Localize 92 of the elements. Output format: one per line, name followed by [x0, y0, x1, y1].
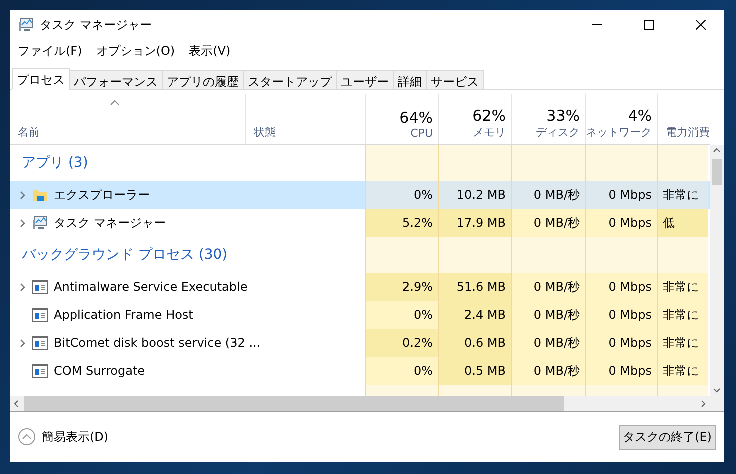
- table-cell: 51.6 MB: [438, 273, 511, 301]
- table-cell: 10.2 MB: [438, 181, 511, 209]
- column-header[interactable]: CPU: [410, 127, 433, 140]
- expand-chevron-icon[interactable]: [20, 190, 26, 200]
- table-cell: 0 Mbps: [585, 357, 657, 385]
- window-icon: [32, 336, 48, 350]
- table-cell: 2.9%: [365, 273, 438, 301]
- table-cell: 0 Mbps: [585, 209, 657, 237]
- expand-chevron-icon[interactable]: [20, 338, 26, 348]
- table-cell: 0.2%: [365, 329, 438, 357]
- window-icon: [32, 364, 48, 378]
- process-row[interactable]: タスク マネージャー 5.2% 17.9 MB 0 MB/秒 0 Mbps 低: [10, 209, 710, 237]
- expand-chevron-icon[interactable]: [20, 282, 26, 292]
- maximize-icon: [644, 20, 654, 30]
- monitor-icon: [32, 215, 48, 231]
- tab[interactable]: ユーザー: [336, 70, 394, 90]
- table-cell: 0 Mbps: [585, 329, 657, 357]
- column-usage-total: 62%: [472, 107, 506, 125]
- column-shading: [657, 385, 708, 396]
- column-usage-total: 64%: [400, 109, 433, 127]
- process-name: タスク マネージャー: [54, 214, 166, 232]
- process-row[interactable]: Antimalware Service Executable 2.9% 51.6 MB 0 MB/秒 0 Mbps 非常に: [10, 273, 710, 301]
- table-cell: 0 Mbps: [585, 301, 657, 329]
- column-header[interactable]: 状態: [254, 125, 276, 140]
- group-title: バックグラウンド プロセス (30): [21, 246, 229, 264]
- column-header[interactable]: 名前: [18, 125, 40, 140]
- column-usage-total: 33%: [546, 107, 580, 125]
- column-shading: [657, 237, 708, 273]
- tab[interactable]: 詳細: [393, 70, 427, 90]
- table-cell: 0 MB/秒: [511, 301, 585, 329]
- folder-icon: [32, 187, 48, 203]
- chevron-up-circle-icon: [18, 428, 36, 446]
- column-header[interactable]: ディスク: [536, 125, 580, 140]
- window-icon: [32, 308, 48, 322]
- table-cell: 5.2%: [365, 209, 438, 237]
- table-cell: 0%: [365, 301, 438, 329]
- process-name: COM Surrogate: [54, 364, 146, 378]
- expand-chevron-icon[interactable]: [20, 218, 26, 228]
- table-cell: 非常に: [657, 181, 708, 209]
- process-name: BitComet disk boost service (32 ...: [54, 336, 261, 350]
- group-title: アプリ (3): [21, 154, 90, 172]
- table-cell: 非常に: [657, 329, 708, 357]
- table-cell: 低: [657, 209, 708, 237]
- table-cell: 0 MB/秒: [511, 273, 585, 301]
- end-task-button[interactable]: タスクの終了(E): [619, 424, 716, 450]
- table-cell: 非常に: [657, 273, 708, 301]
- column-header[interactable]: ネットワーク: [586, 125, 652, 140]
- column-header[interactable]: 電力消費: [666, 125, 710, 140]
- tab[interactable]: プロセス: [12, 68, 70, 90]
- table-cell: 0%: [365, 357, 438, 385]
- column-shading: [585, 385, 657, 396]
- process-row[interactable]: BitComet disk boost service (32 ... 0.2% 0.6 MB 0 MB/秒 0 Mbps 非常に: [10, 329, 710, 357]
- column-shading: [585, 145, 657, 181]
- process-row[interactable]: COM Surrogate 0% 0.5 MB 0 MB/秒 0 Mbps 非常に: [10, 357, 710, 385]
- table-cell: 2.4 MB: [438, 301, 511, 329]
- process-row[interactable]: Application Frame Host 0% 2.4 MB 0 MB/秒 0 Mbps 非常に: [10, 301, 710, 329]
- column-shading: [657, 145, 708, 181]
- process-row[interactable]: エクスプローラー 0% 10.2 MB 0 MB/秒 0 Mbps 非常に: [10, 181, 710, 209]
- table-cell: 0 MB/秒: [511, 329, 585, 357]
- tab[interactable]: スタートアップ: [243, 70, 337, 90]
- menu-item[interactable]: ファイル(F): [18, 42, 82, 60]
- sort-caret-icon: [110, 100, 120, 106]
- process-name: エクスプローラー: [54, 186, 150, 204]
- table-cell: 0 MB/秒: [511, 181, 585, 209]
- monitor-icon: [18, 17, 34, 33]
- table-cell: 0.5 MB: [438, 357, 511, 385]
- column-shading: [585, 237, 657, 273]
- process-name: Antimalware Service Executable: [54, 280, 248, 294]
- window-title: タスク マネージャー: [40, 16, 153, 34]
- table-cell: 0 MB/秒: [511, 357, 585, 385]
- tab[interactable]: サービス: [426, 70, 484, 90]
- tab[interactable]: パフォーマンス: [69, 70, 163, 90]
- menu-item[interactable]: 表示(V): [189, 42, 231, 60]
- scrollbar-thumb[interactable]: [712, 159, 722, 185]
- table-cell: 0 Mbps: [585, 273, 657, 301]
- menu-item[interactable]: オプション(O): [96, 42, 176, 60]
- horizontal-scrollbar[interactable]: [10, 396, 724, 412]
- fewer-details-toggle[interactable]: 簡易表示(D): [18, 428, 109, 446]
- close-icon: [696, 20, 706, 30]
- window-icon: [32, 280, 48, 294]
- table-cell: 0.6 MB: [438, 329, 511, 357]
- tab[interactable]: アプリの履歴: [162, 70, 244, 90]
- column-header[interactable]: メモリ: [473, 125, 506, 140]
- process-name: Application Frame Host: [54, 308, 194, 322]
- vertical-scrollbar[interactable]: [710, 145, 724, 396]
- table-cell: 0 MB/秒: [511, 209, 585, 237]
- table-cell: 17.9 MB: [438, 209, 511, 237]
- table-cell: 非常に: [657, 357, 708, 385]
- table-cell: 0%: [365, 181, 438, 209]
- column-usage-total: 4%: [628, 107, 652, 125]
- table-cell: 0 Mbps: [585, 181, 657, 209]
- table-cell: 非常に: [657, 301, 708, 329]
